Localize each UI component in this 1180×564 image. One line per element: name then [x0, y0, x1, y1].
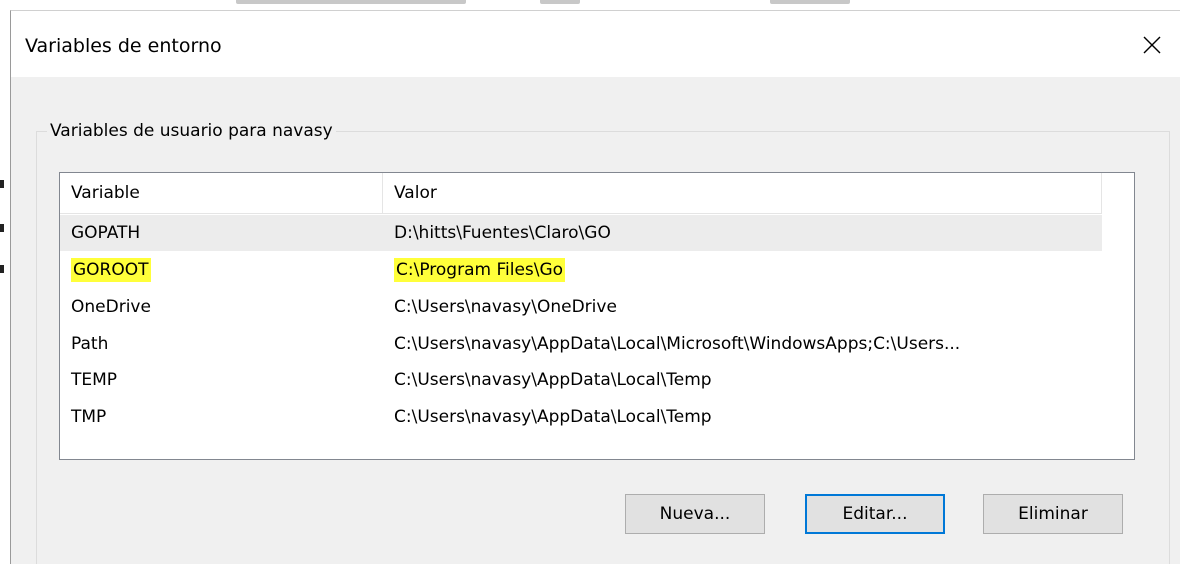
list-header: Variable Valor: [60, 173, 1102, 214]
table-row[interactable]: OneDrive C:\Users\navasy\OneDrive: [60, 289, 1102, 325]
close-button[interactable]: [1136, 29, 1168, 61]
highlight-mark: C:\Program Files\Go: [394, 258, 566, 282]
variable-name: TEMP: [71, 370, 118, 390]
edge-mark: [0, 265, 4, 273]
background-text-fragment: [770, 0, 850, 4]
highlight-mark: GOROOT: [71, 258, 151, 282]
variable-name: Path: [71, 334, 109, 354]
table-row[interactable]: TMP C:\Users\navasy\AppData\Local\Temp: [60, 399, 1102, 435]
environment-variables-dialog: Variables de entorno Variables de usuari…: [10, 10, 1180, 564]
variable-value: C:\Users\navasy\AppData\Local\Microsoft\…: [394, 334, 961, 354]
variable-name: GOPATH: [71, 223, 141, 243]
user-variables-group: Variables de usuario para navasy Variabl…: [36, 120, 1170, 564]
edit-button[interactable]: Editar...: [805, 494, 945, 534]
close-icon: [1143, 36, 1161, 54]
variable-value: C:\Users\navasy\AppData\Local\Temp: [394, 407, 712, 427]
delete-button[interactable]: Eliminar: [983, 494, 1123, 534]
edge-mark: [0, 224, 4, 232]
variable-value: C:\Users\navasy\OneDrive: [394, 297, 617, 317]
column-header-variable[interactable]: Variable: [60, 173, 383, 213]
background-window-edge: [0, 0, 10, 564]
new-button[interactable]: Nueva...: [625, 494, 765, 534]
table-row[interactable]: TEMP C:\Users\navasy\AppData\Local\Temp: [60, 362, 1102, 398]
variable-value: C:\Users\navasy\AppData\Local\Temp: [394, 370, 712, 390]
background-text-fragment: [236, 0, 466, 4]
title-bar[interactable]: Variables de entorno: [11, 11, 1180, 77]
variable-name: TMP: [71, 407, 107, 427]
window-title: Variables de entorno: [25, 35, 222, 57]
user-variables-list[interactable]: Variable Valor GOPATH D:\hitts\Fuentes\C…: [59, 172, 1135, 460]
variable-value: D:\hitts\Fuentes\Claro\GO: [394, 223, 611, 243]
table-row[interactable]: GOPATH D:\hitts\Fuentes\Claro\GO: [60, 215, 1102, 251]
table-row[interactable]: Path C:\Users\navasy\AppData\Local\Micro…: [60, 326, 1102, 362]
screen: Variables de entorno Variables de usuari…: [0, 0, 1180, 564]
edge-mark: [0, 180, 4, 188]
variable-name: GOROOT: [71, 252, 151, 288]
variable-value: C:\Program Files\Go: [394, 252, 566, 288]
variable-name: OneDrive: [71, 297, 151, 317]
table-row[interactable]: GOROOT C:\Program Files\Go: [60, 252, 1102, 288]
column-header-valor[interactable]: Valor: [383, 173, 1102, 213]
background-text-fragment: [540, 0, 580, 4]
group-legend: Variables de usuario para navasy: [47, 120, 336, 142]
